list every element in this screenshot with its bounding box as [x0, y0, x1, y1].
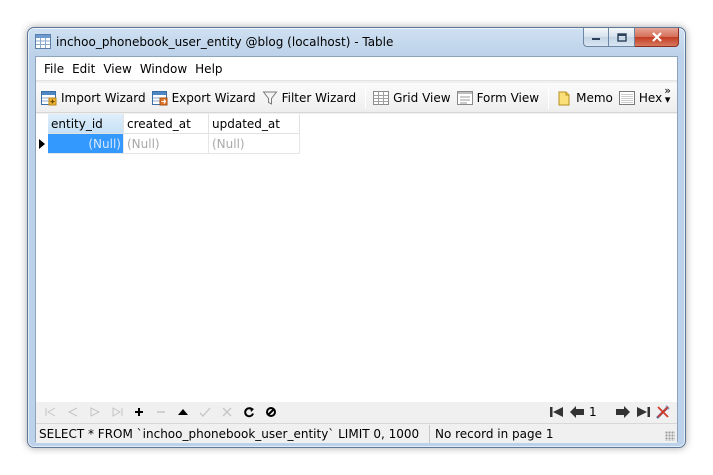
resize-grip[interactable] — [665, 431, 675, 441]
export-wizard-label: Export Wizard — [171, 90, 256, 105]
export-wizard-icon — [151, 90, 168, 105]
cell-entity-id[interactable]: (Null) — [48, 134, 124, 154]
hex-button[interactable]: Hex — [617, 86, 666, 110]
menu-window[interactable]: Window — [136, 62, 191, 76]
data-grid[interactable]: entity_id created_at updated_at (Null) (… — [36, 114, 677, 402]
last-record-icon — [112, 407, 123, 417]
first-page-button[interactable] — [547, 403, 567, 421]
previous-page-button[interactable] — [567, 403, 587, 421]
menu-help[interactable]: Help — [191, 62, 226, 76]
toolbar-separator — [548, 86, 550, 109]
delete-record-button[interactable] — [150, 403, 172, 421]
grid-header: entity_id created_at updated_at — [48, 114, 300, 134]
x-icon — [222, 407, 232, 417]
previous-page-icon — [570, 406, 584, 418]
minus-icon — [157, 411, 165, 413]
pager — [547, 402, 673, 422]
stop-icon — [266, 407, 276, 417]
form-view-label: Form View — [476, 90, 540, 105]
add-record-button[interactable] — [128, 403, 150, 421]
cell-created-at[interactable]: (Null) — [124, 134, 209, 154]
hex-icon — [618, 90, 635, 105]
first-record-icon — [45, 407, 56, 417]
table-icon — [35, 34, 51, 49]
first-page-icon — [550, 407, 563, 417]
first-record-button[interactable] — [40, 403, 62, 421]
filter-wizard-label: Filter Wizard — [281, 90, 357, 105]
up-icon — [178, 409, 188, 415]
next-page-icon — [616, 406, 630, 418]
close-icon — [651, 32, 662, 42]
import-wizard-button[interactable]: Import Wizard — [39, 86, 150, 110]
toolbar: Import Wizard Export Wizard Filter Wizar… — [36, 83, 677, 113]
current-row-arrow-icon — [39, 139, 45, 149]
toolbar-overflow-button[interactable]: » ▾ — [664, 85, 671, 106]
apply-changes-button[interactable] — [194, 403, 216, 421]
column-header-updated-at[interactable]: updated_at — [209, 114, 300, 134]
discard-changes-button[interactable] — [216, 403, 238, 421]
export-wizard-button[interactable]: Export Wizard — [150, 86, 260, 110]
status-bar: SELECT * FROM `inchoo_phonebook_user_ent… — [36, 423, 677, 443]
memo-label: Memo — [576, 90, 613, 105]
next-record-button[interactable] — [84, 403, 106, 421]
record-navigation-bar — [36, 402, 677, 422]
maximize-button[interactable] — [609, 28, 635, 47]
table-row[interactable]: (Null) (Null) (Null) — [36, 134, 300, 154]
menu-view[interactable]: View — [99, 62, 135, 76]
hex-label: Hex — [638, 90, 663, 105]
minimize-icon — [592, 38, 600, 40]
filter-wizard-button[interactable]: Filter Wizard — [260, 86, 360, 110]
status-sql-query: SELECT * FROM `inchoo_phonebook_user_ent… — [36, 424, 430, 443]
import-wizard-icon — [41, 90, 57, 105]
overflow-dropdown-icon: ▾ — [664, 93, 671, 106]
memo-icon — [558, 91, 570, 105]
window-client: File Edit View Window Help Import Wizard — [35, 56, 678, 443]
refresh-button[interactable] — [238, 403, 260, 421]
refresh-icon — [244, 407, 254, 418]
table-window: inchoo_phonebook_user_entity @blog (loca… — [27, 27, 686, 448]
last-page-icon — [637, 407, 650, 417]
grid-view-button[interactable]: Grid View — [371, 86, 454, 110]
minimize-button[interactable] — [583, 28, 609, 47]
grid-view-label: Grid View — [393, 90, 451, 105]
import-wizard-label: Import Wizard — [61, 90, 146, 105]
stop-button[interactable] — [260, 403, 282, 421]
filter-icon — [262, 91, 278, 105]
last-page-button[interactable] — [633, 403, 653, 421]
toolbar-separator — [365, 86, 367, 109]
grid-view-icon — [373, 90, 390, 105]
column-header-entity-id[interactable]: entity_id — [48, 114, 124, 134]
memo-button[interactable]: Memo — [554, 86, 617, 110]
title-bar[interactable]: inchoo_phonebook_user_entity @blog (loca… — [28, 28, 685, 56]
window-title: inchoo_phonebook_user_entity @blog (loca… — [56, 35, 394, 49]
next-page-button[interactable] — [613, 403, 633, 421]
previous-record-button[interactable] — [62, 403, 84, 421]
maximize-icon — [616, 32, 627, 42]
filter-settings-button[interactable] — [653, 403, 673, 421]
cell-updated-at[interactable]: (Null) — [209, 134, 300, 154]
filter-settings-icon — [656, 405, 670, 419]
status-record-info: No record in page 1 — [435, 426, 554, 441]
move-up-button[interactable] — [172, 403, 194, 421]
plus-icon — [135, 408, 143, 416]
menu-file[interactable]: File — [40, 62, 68, 76]
previous-record-icon — [67, 407, 78, 417]
row-indicator[interactable] — [36, 134, 48, 154]
menu-bar: File Edit View Window Help — [36, 57, 677, 81]
page-number-input[interactable] — [587, 404, 613, 420]
column-header-created-at[interactable]: created_at — [124, 114, 209, 134]
next-record-icon — [90, 407, 101, 417]
menu-edit[interactable]: Edit — [68, 62, 99, 76]
check-icon — [199, 407, 211, 417]
close-button[interactable] — [635, 28, 679, 47]
form-view-button[interactable]: Form View — [455, 86, 544, 110]
last-record-button[interactable] — [106, 403, 128, 421]
caption-buttons — [583, 28, 679, 48]
form-view-icon — [456, 90, 473, 105]
